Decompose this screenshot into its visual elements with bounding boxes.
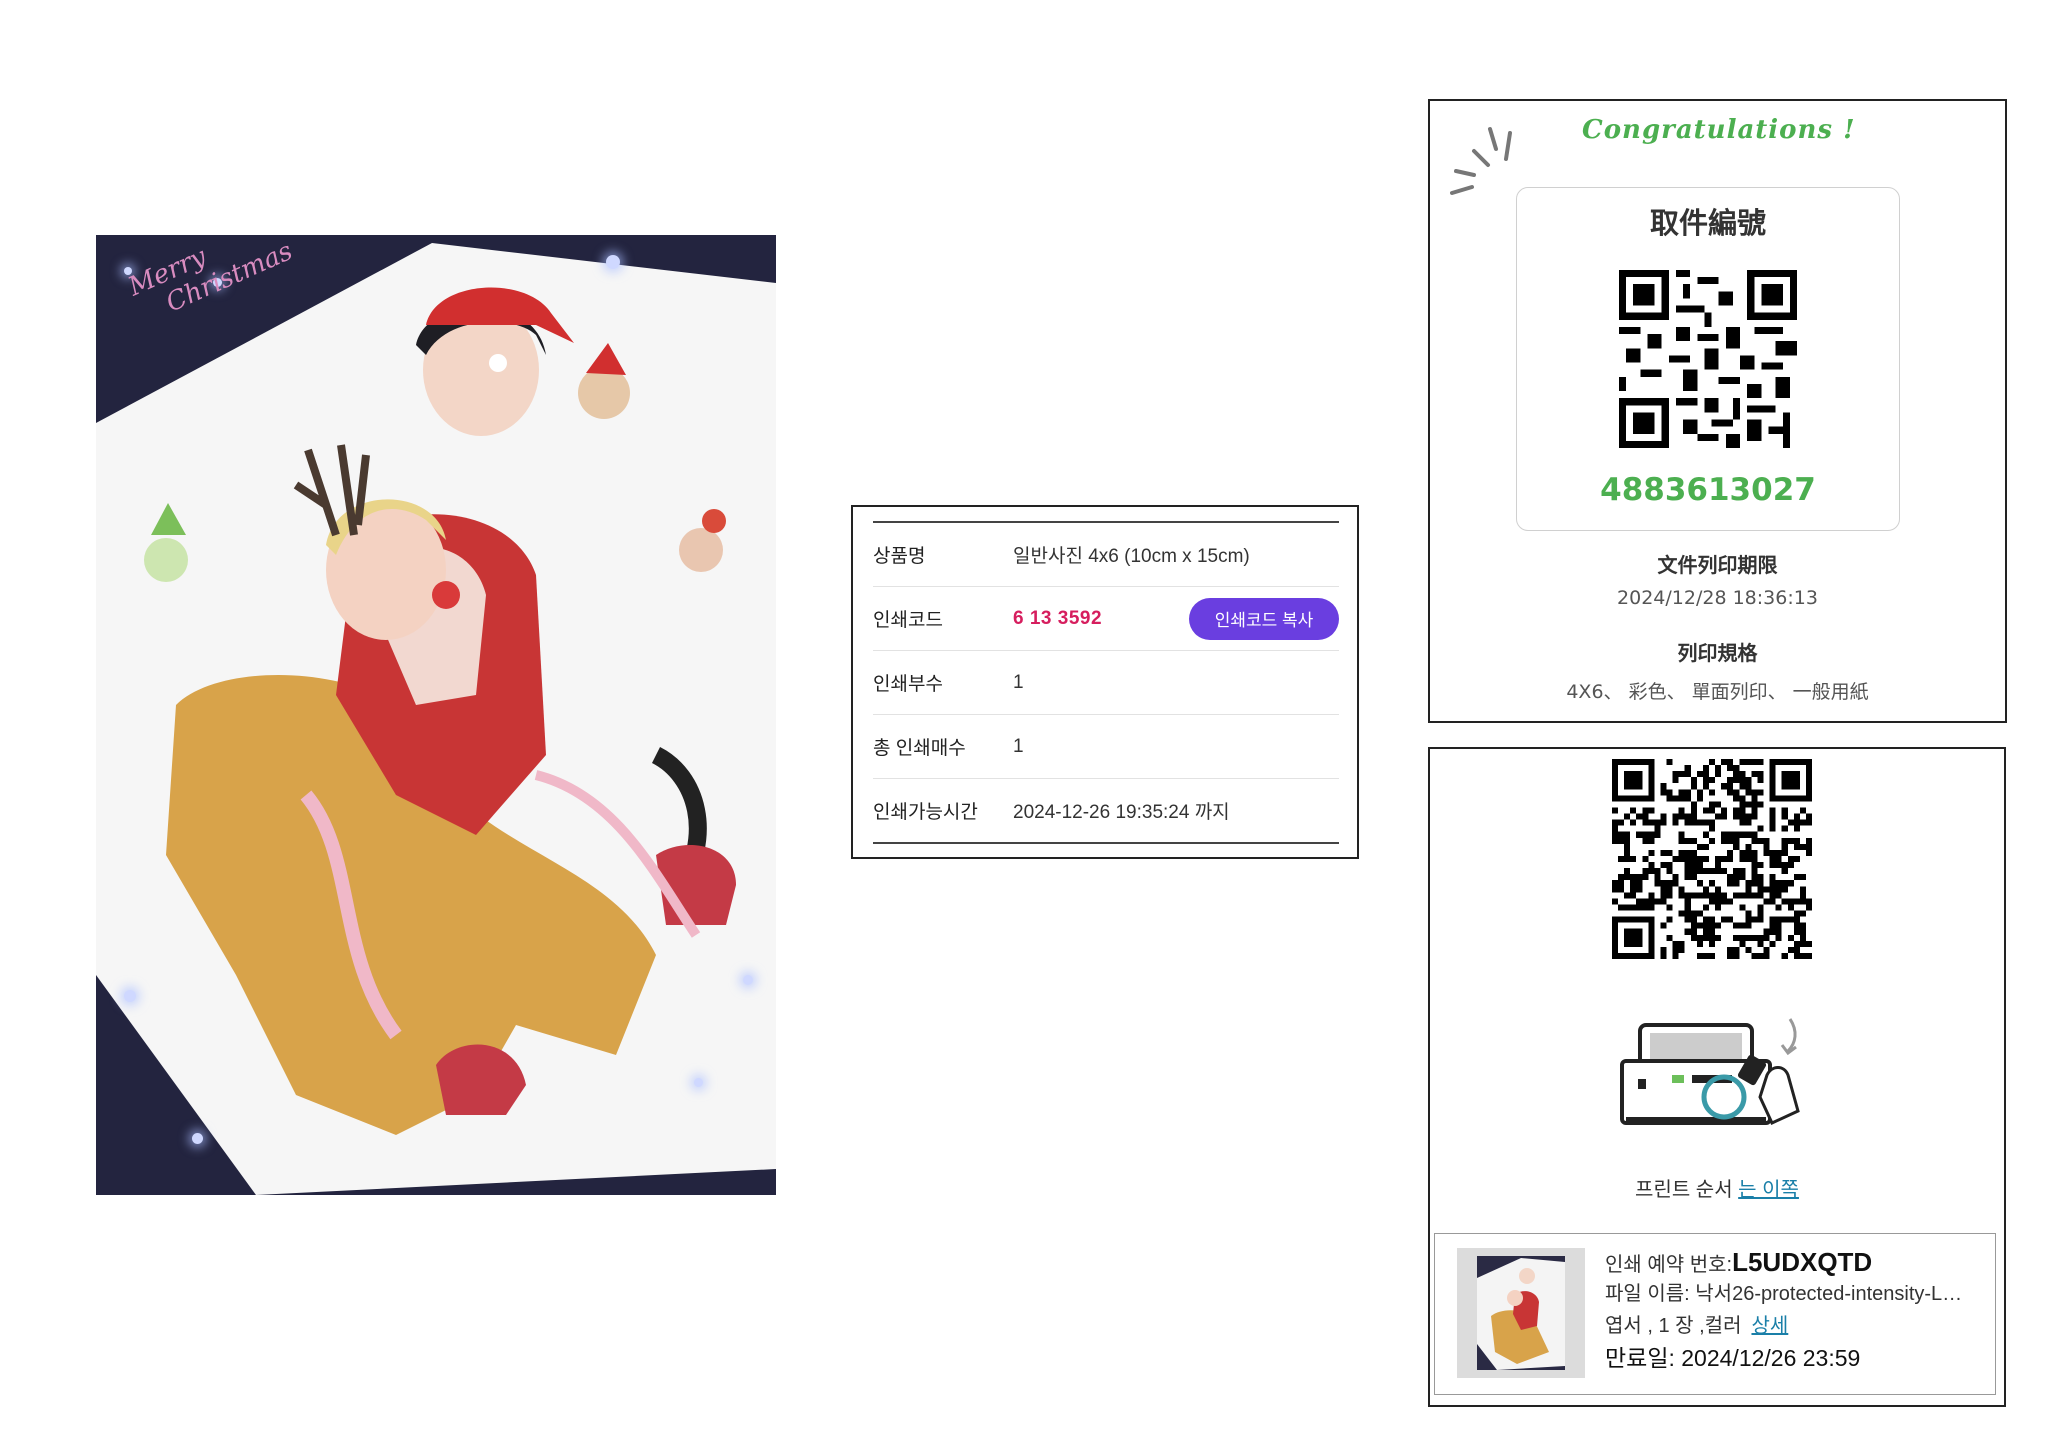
print-order-label: 프린트 순서 xyxy=(1635,1179,1733,1201)
total-sheets-label: 총 인쇄매수 xyxy=(873,738,966,759)
product-name-value: 일반사진 4x6 (10cm x 15cm) xyxy=(1013,546,1250,567)
file-thumbnail xyxy=(1457,1248,1585,1378)
details-text: 엽서 , 1 장 ,컬러 xyxy=(1605,1315,1742,1337)
print-info-table: 상품명 일반사진 4x6 (10cm x 15cm) 인쇄코드 6 13 359… xyxy=(873,521,1339,844)
print-code-label: 인쇄코드 xyxy=(873,610,943,631)
artwork-image: Merry Christmas xyxy=(96,235,776,1195)
artwork-illustration xyxy=(96,243,776,1195)
reservation-number-value: L5UDXQTD xyxy=(1732,1247,1873,1277)
print-order-link[interactable]: 는 이쪽 xyxy=(1738,1179,1799,1201)
pickup-code-title: 取件編號 xyxy=(1649,206,1766,240)
print-available-time-value: 2024-12-26 19:35:24 까지 xyxy=(1013,802,1230,823)
row-total-sheets: 총 인쇄매수 1 xyxy=(873,715,1339,779)
pickup-qr-code xyxy=(1619,270,1797,448)
copies-label: 인쇄부수 xyxy=(873,674,943,695)
reservation-number-line: 인쇄 예약 번호:L5UDXQTD xyxy=(1605,1246,1985,1278)
copies-value: 1 xyxy=(1013,671,1024,693)
print-order-text: 프린트 순서 는 이쪽 xyxy=(1430,1173,2004,1202)
print-info-card: 상품명 일반사진 4x6 (10cm x 15cm) 인쇄코드 6 13 359… xyxy=(851,505,1359,859)
reservation-detail-box: 인쇄 예약 번호:L5UDXQTD 파일 이름: 낙서26-protected-… xyxy=(1434,1233,1996,1395)
print-available-time-label: 인쇄가능시간 xyxy=(873,802,978,823)
pickup-code-box: 取件編號 4883613027 xyxy=(1516,187,1900,531)
total-sheets-value: 1 xyxy=(1013,735,1024,757)
reservation-qr-code xyxy=(1612,759,1812,959)
details-link[interactable]: 상세 xyxy=(1751,1315,1788,1337)
spec-value: 4X6、 彩色、 單面列印、 一般用紙 xyxy=(1566,681,1869,703)
reservation-card: 프린트 순서 는 이쪽 인쇄 예약 번호:L5UDXQTD 파일 이름: 낙서2… xyxy=(1428,747,2006,1407)
row-product-name: 상품명 일반사진 4x6 (10cm x 15cm) xyxy=(873,523,1339,587)
reservation-number-label: 인쇄 예약 번호: xyxy=(1605,1254,1733,1276)
print-code-value: 6 13 3592 xyxy=(1013,607,1103,629)
copy-print-code-button[interactable]: 인쇄코드 복사 xyxy=(1189,597,1339,640)
expiry-line: 만료일: 2024/12/26 23:59 xyxy=(1605,1342,1985,1374)
row-print-available-time: 인쇄가능시간 2024-12-26 19:35:24 까지 xyxy=(873,779,1339,842)
file-name-line: 파일 이름: 낙서26-protected-intensity-L… xyxy=(1605,1283,1963,1305)
row-print-code: 인쇄코드 6 13 3592 인쇄코드 복사 xyxy=(873,587,1339,651)
deadline-label: 文件列印期限 xyxy=(1657,553,1778,577)
product-name-label: 상품명 xyxy=(873,546,926,567)
pickup-card: Congratulations ! 取件編號 4883613027 文件列印期限… xyxy=(1428,99,2007,723)
congratulations-text: Congratulations ! xyxy=(1582,115,1856,145)
expiry-value: 2024/12/26 23:59 xyxy=(1681,1345,1861,1371)
spec-label: 列印規格 xyxy=(1677,641,1758,665)
row-copies: 인쇄부수 1 xyxy=(873,651,1339,715)
printer-illustration-icon xyxy=(1620,1018,1800,1125)
pickup-number: 4883613027 xyxy=(1600,472,1816,508)
details-line: 엽서 , 1 장 ,컬러 상세 xyxy=(1605,1310,1985,1342)
deadline-value: 2024/12/28 18:36:13 xyxy=(1617,587,1818,609)
expiry-label: 만료일: xyxy=(1605,1345,1675,1371)
